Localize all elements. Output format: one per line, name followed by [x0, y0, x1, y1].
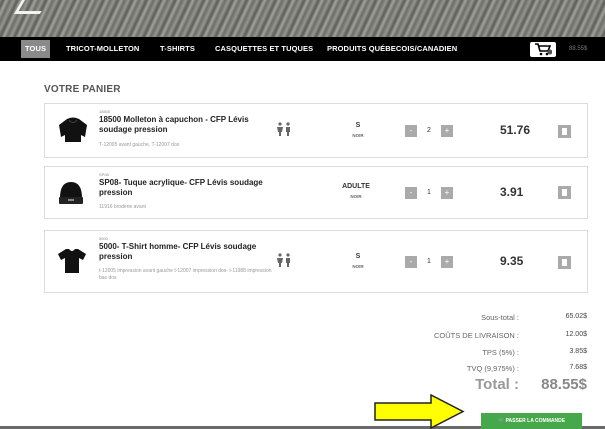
item-quantity[interactable]: 1 — [423, 258, 435, 265]
beanie-icon — [59, 182, 83, 204]
item-sku: 18500 — [99, 109, 111, 114]
item-quantity[interactable]: 2 — [423, 127, 435, 134]
item-name[interactable]: 18500 Molleton à capuchon - CFP Lévis so… — [99, 115, 269, 135]
shipping-label: COÛTS DE LIVRAISON : — [433, 331, 519, 340]
item-sku: 5000 — [99, 236, 108, 241]
total-label: Total : — [475, 376, 519, 393]
item-color: NOIR — [350, 194, 362, 199]
item-price: 51.76 — [500, 123, 531, 137]
tvq-label: TVQ (9,975%) : — [466, 364, 519, 373]
tps-label: TPS (5%) : — [482, 348, 519, 357]
unisex-icon — [277, 122, 290, 136]
decrease-quantity-button[interactable]: - — [405, 256, 417, 268]
cart-button[interactable] — [530, 42, 556, 57]
cart-icon: 🛒 — [497, 418, 505, 424]
item-size: S — [355, 122, 361, 129]
item-name[interactable]: 5000- T-Shirt homme- CFP Lévis soudage p… — [99, 242, 279, 262]
nav-tab-tricot-molleton[interactable]: TRICOT-MOLLETON — [66, 37, 139, 61]
hoodie-icon — [59, 117, 87, 142]
delete-item-button[interactable] — [558, 186, 571, 199]
item-description: t-12005 impression avant gauche t-12007 … — [99, 268, 272, 281]
unisex-icon — [277, 253, 290, 267]
subtotal-label: Sous-total : — [481, 313, 519, 322]
tps-value: 3.85$ — [569, 348, 587, 355]
page-title: VOTRE PANIER — [44, 84, 121, 95]
item-quantity[interactable]: 1 — [423, 189, 435, 196]
item-description: 11916 broderie avant — [99, 204, 146, 210]
item-description: T-12005 avant gauche, T-12007 dos — [99, 142, 180, 148]
item-price: 3.91 — [500, 185, 524, 199]
checkout-button[interactable]: 🛒 PASSER LA COMMANDE — [481, 413, 582, 429]
delete-item-button[interactable] — [558, 125, 571, 138]
delete-item-button[interactable] — [558, 256, 571, 269]
checkout-label: PASSER LA COMMANDE — [505, 418, 566, 424]
total-value: 88.55$ — [541, 376, 587, 393]
cart-item: SP08 SP08- Tuque acrylique- CFP Lévis so… — [44, 166, 588, 219]
page: TOUS TRICOT-MOLLETON T-SHIRTS CASQUETTES… — [0, 0, 605, 429]
nav-tab-produits-quebecois[interactable]: PRODUITS QUÉBECOIS/CANADIEN — [327, 37, 457, 61]
nav-tab-t-shirts[interactable]: T-SHIRTS — [160, 37, 195, 61]
logo-mark-icon — [13, 0, 49, 14]
increase-quantity-button[interactable]: + — [441, 125, 453, 137]
increase-quantity-button[interactable]: + — [441, 187, 453, 199]
increase-quantity-button[interactable]: + — [441, 256, 453, 268]
item-sku: SP08 — [99, 172, 109, 177]
nav-bar: TOUS TRICOT-MOLLETON T-SHIRTS CASQUETTES… — [0, 37, 605, 61]
decrease-quantity-button[interactable]: - — [405, 125, 417, 137]
cart-total: 88.55$ — [569, 46, 588, 52]
shopping-cart-icon — [535, 43, 552, 56]
shipping-value: 12.00$ — [565, 331, 587, 338]
cart-item: 18500 18500 Molleton à capuchon - CFP Lé… — [44, 103, 588, 158]
annotation-arrow-icon — [374, 394, 465, 429]
item-color: NOIR — [352, 264, 364, 269]
tvq-value: 7.68$ — [569, 364, 587, 371]
item-name[interactable]: SP08- Tuque acrylique- CFP Lévis soudage… — [99, 178, 279, 198]
item-color: NOIR — [352, 133, 364, 138]
nav-tab-tous[interactable]: TOUS — [21, 40, 51, 58]
decrease-quantity-button[interactable]: - — [405, 187, 417, 199]
item-price: 9.35 — [500, 254, 524, 268]
item-size: S — [355, 253, 361, 260]
cart-item: 5000 5000- T-Shirt homme- CFP Lévis soud… — [44, 230, 588, 293]
header-banner — [0, 0, 605, 37]
item-size: ADULTE — [342, 183, 370, 190]
nav-tab-casquettes-tuques[interactable]: CASQUETTES ET TUQUES — [215, 37, 313, 61]
subtotal-value: 65.02$ — [565, 313, 587, 320]
tshirt-icon — [58, 249, 86, 273]
